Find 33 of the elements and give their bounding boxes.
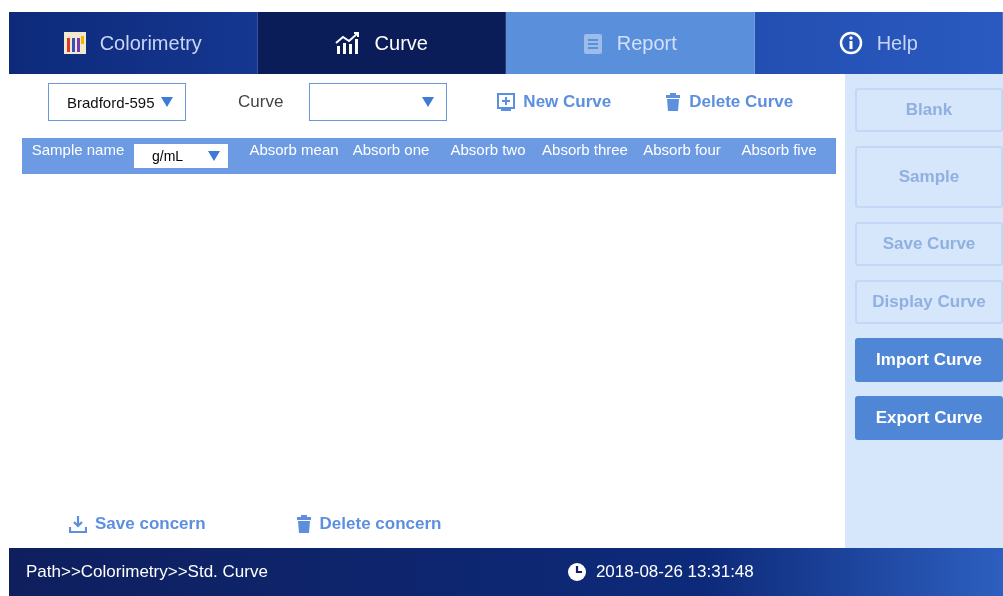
add-square-icon bbox=[497, 93, 516, 111]
nav-tab[interactable]: Curve bbox=[257, 12, 506, 74]
delete-curve-button[interactable]: Delete Curve bbox=[665, 92, 794, 112]
clock-icon bbox=[567, 563, 586, 581]
date-time: 2018-08-26 13:31:48 bbox=[595, 562, 754, 582]
curve-dropdown[interactable] bbox=[309, 83, 448, 121]
side-action-button[interactable]: Export Curve bbox=[855, 396, 1003, 440]
trash-icon bbox=[295, 515, 312, 533]
test-tubes-icon bbox=[63, 32, 86, 54]
trash-icon bbox=[665, 93, 682, 111]
column-header: Absorb five bbox=[740, 140, 818, 158]
concern-action-button[interactable]: Save concern bbox=[69, 514, 206, 534]
new-curve-button[interactable]: New Curve bbox=[497, 92, 612, 112]
unit-dropdown[interactable]: g/mL bbox=[134, 144, 228, 168]
column-header: Absorb mean bbox=[248, 140, 340, 158]
column-header: Absorb two bbox=[449, 140, 527, 158]
method-dropdown[interactable]: Bradford-595 bbox=[48, 83, 186, 121]
nav-tab[interactable]: Colorimetry bbox=[9, 12, 258, 74]
dropdown-caret-icon bbox=[208, 150, 220, 162]
download-icon bbox=[69, 515, 87, 533]
clipboard-icon bbox=[582, 32, 603, 54]
curve-label: Curve bbox=[238, 92, 284, 112]
dropdown-caret-icon bbox=[161, 96, 173, 108]
breadcrumb-path: Path>>Colorimetry>>Std. Curve bbox=[26, 562, 268, 582]
column-header: Absorb four bbox=[642, 140, 722, 158]
column-header: Absorb one bbox=[351, 140, 431, 158]
column-header: Sample name bbox=[30, 140, 126, 158]
concern-action-button[interactable]: Delete concern bbox=[295, 514, 442, 534]
side-action-button[interactable]: Import Curve bbox=[855, 338, 1003, 382]
column-header: Absorb three bbox=[541, 140, 629, 158]
info-icon bbox=[838, 31, 863, 55]
dropdown-caret-icon bbox=[422, 96, 435, 108]
bar-chart-icon bbox=[334, 32, 361, 54]
